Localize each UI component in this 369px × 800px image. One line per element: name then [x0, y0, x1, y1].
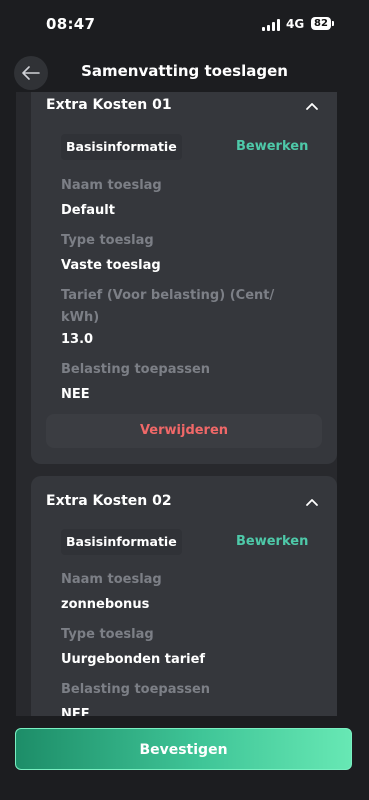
field-value: NEE [61, 707, 90, 716]
surcharge-card: Extra Kosten 02 Basisinformatie Bewerken… [31, 476, 337, 716]
card-title: Extra Kosten 02 [46, 493, 172, 509]
field-label: Naam toeslag [61, 178, 162, 193]
chevron-up-icon[interactable] [305, 101, 319, 111]
field-label: Naam toeslag [61, 572, 162, 587]
field-label: Belasting toepassen [61, 362, 211, 377]
status-bar: 08:47 4G 82 [0, 0, 369, 48]
field-value: Vaste toeslag [61, 258, 161, 273]
field-value: zonnebonus [61, 597, 150, 612]
confirm-button[interactable]: Bevestigen [15, 728, 352, 770]
header: Samenvatting toeslagen [0, 48, 369, 96]
field-label: Tarief (Voor belasting) (Cent/ kWh) [61, 288, 275, 325]
edit-button[interactable]: Bewerken [236, 534, 308, 549]
section-basic-info: Basisinformatie [61, 134, 182, 160]
card-title: Extra Kosten 01 [46, 97, 172, 113]
field-label: Type toeslag [61, 233, 154, 248]
field-value: 13.0 [61, 332, 94, 347]
signal-icon [262, 19, 280, 31]
page-title: Samenvatting toeslagen [81, 62, 288, 80]
field-value: Default [61, 203, 115, 218]
surcharge-list[interactable]: Extra Kosten 01 Basisinformatie Bewerken… [16, 92, 337, 716]
field-label: Type toeslag [61, 627, 154, 642]
field-label: Belasting toepassen [61, 682, 211, 697]
edit-button[interactable]: Bewerken [236, 139, 308, 154]
section-basic-info: Basisinformatie [61, 529, 182, 555]
field-value: Uurgebonden tarief [61, 652, 206, 667]
footer: Bevestigen [0, 716, 369, 800]
battery-tip [332, 21, 334, 26]
battery-icon: 82 [311, 17, 331, 30]
chevron-up-icon[interactable] [305, 497, 319, 507]
field-value: NEE [61, 387, 90, 402]
status-time: 08:47 [46, 15, 96, 33]
surcharge-card: Extra Kosten 01 Basisinformatie Bewerken… [31, 92, 337, 464]
network-type: 4G [286, 17, 305, 31]
delete-button[interactable]: Verwijderen [46, 414, 322, 448]
